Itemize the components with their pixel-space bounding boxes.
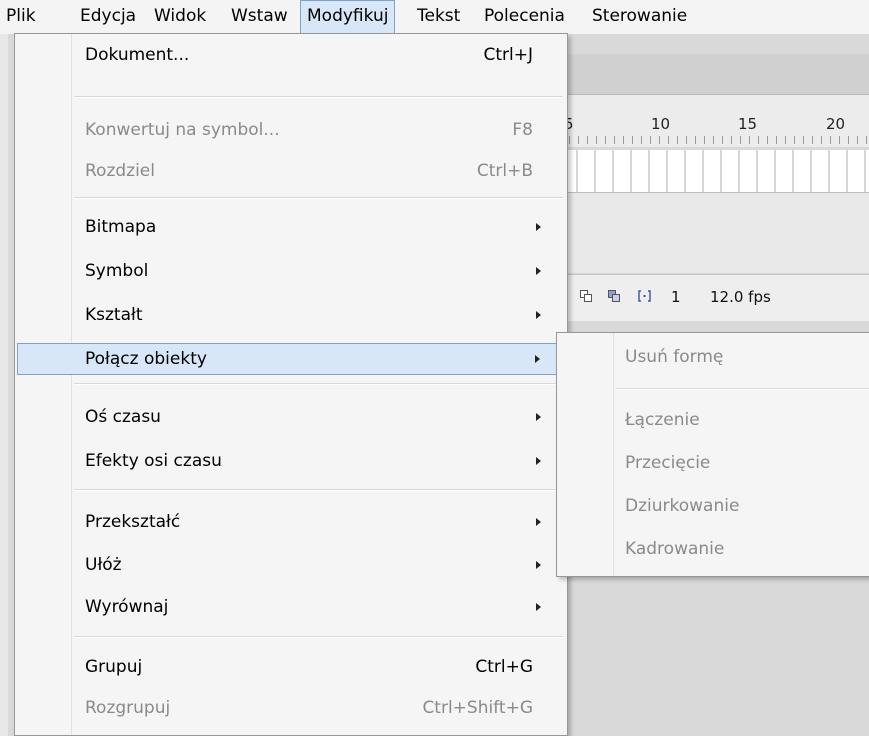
menu-separator bbox=[74, 636, 563, 638]
menu-item-combine-objects[interactable]: Połącz obiekty bbox=[17, 343, 565, 375]
timeline-ruler: 5 10 15 20 bbox=[560, 95, 869, 147]
menu-item-timeline-effects[interactable]: Efekty osi czasu bbox=[17, 446, 565, 478]
submenu-item-punch[interactable]: Dziurkowanie bbox=[625, 491, 739, 523]
timeline-header bbox=[560, 54, 869, 95]
menu-item-break-apart[interactable]: Rozdziel Ctrl+B bbox=[17, 156, 565, 188]
menu-item-timeline[interactable]: Oś czasu bbox=[17, 402, 565, 434]
menu-modyfikuj[interactable]: Modyfikuj bbox=[300, 0, 396, 33]
menu-item-transform[interactable]: Przekształć bbox=[17, 507, 565, 539]
menu-separator bbox=[74, 96, 563, 98]
menu-item-group[interactable]: Grupuj Ctrl+G bbox=[17, 652, 565, 684]
ruler-number: 20 bbox=[826, 115, 846, 133]
submenu-item-union[interactable]: Łączenie bbox=[625, 405, 700, 437]
combine-objects-submenu: Usuń formę Łączenie Przecięcie Dziurkowa… bbox=[556, 332, 869, 577]
menu-item-shortcut: Ctrl+G bbox=[475, 657, 533, 677]
menu-item-label: Połącz obiekty bbox=[85, 349, 207, 369]
submenu-arrow-icon bbox=[536, 603, 541, 611]
menu-item-label: Dokument... bbox=[85, 45, 190, 65]
menu-item-ungroup[interactable]: Rozgrupuj Ctrl+Shift+G bbox=[17, 693, 565, 725]
submenu-arrow-icon bbox=[536, 311, 541, 319]
menu-item-label: Kształt bbox=[85, 305, 143, 325]
menu-separator bbox=[616, 388, 869, 390]
menu-polecenia[interactable]: Polecenia bbox=[478, 0, 571, 34]
menu-bar: Plik Edycja Widok Wstaw Modyfikuj Tekst … bbox=[0, 0, 869, 35]
menu-separator bbox=[74, 383, 563, 385]
modify-menu-dropdown: Dokument... Ctrl+J Konwertuj na symbol..… bbox=[14, 33, 568, 736]
submenu-item-crop[interactable]: Kadrowanie bbox=[625, 534, 724, 566]
menu-plik[interactable]: Plik bbox=[0, 0, 42, 34]
menu-item-bitmap[interactable]: Bitmapa bbox=[17, 212, 565, 244]
menu-item-label: Wyrównaj bbox=[85, 597, 169, 617]
frame-rate: 12.0 fps bbox=[710, 288, 771, 306]
submenu-arrow-icon bbox=[536, 267, 541, 275]
menu-item-arrange[interactable]: Ułóż bbox=[17, 550, 565, 582]
edit-multiple-frames-icon[interactable] bbox=[638, 290, 651, 302]
ruler-number: 15 bbox=[738, 115, 758, 133]
timeline-status-bar: 1 12.0 fps bbox=[556, 274, 869, 322]
ruler-number: 10 bbox=[651, 115, 671, 133]
onion-skin-icon[interactable] bbox=[580, 290, 593, 302]
menu-item-label: Efekty osi czasu bbox=[85, 451, 222, 471]
submenu-item-delete-envelope[interactable]: Usuń formę bbox=[625, 342, 723, 374]
menu-item-shape[interactable]: Kształt bbox=[17, 300, 565, 332]
submenu-arrow-icon bbox=[536, 561, 541, 569]
menu-item-label: Oś czasu bbox=[85, 407, 161, 427]
menu-item-shortcut: Ctrl+Shift+G bbox=[422, 698, 533, 718]
onion-skin-outlines-icon[interactable] bbox=[608, 290, 621, 302]
menu-gutter bbox=[613, 333, 614, 576]
app-left-edge bbox=[0, 34, 8, 736]
menu-item-label: Konwertuj na symbol... bbox=[85, 120, 280, 140]
menu-wstaw[interactable]: Wstaw bbox=[225, 0, 294, 34]
menu-item-label: Rozgrupuj bbox=[85, 698, 171, 718]
menu-item-label: Symbol bbox=[85, 261, 149, 281]
ruler-ticks bbox=[560, 136, 869, 144]
submenu-arrow-icon bbox=[536, 457, 541, 465]
menu-item-shortcut: F8 bbox=[512, 120, 533, 140]
menu-item-label: Przekształć bbox=[85, 512, 181, 532]
menu-item-shortcut: Ctrl+J bbox=[483, 45, 533, 65]
menu-item-shortcut: Ctrl+B bbox=[476, 161, 533, 181]
menu-tekst[interactable]: Tekst bbox=[411, 0, 466, 34]
submenu-item-intersect[interactable]: Przecięcie bbox=[625, 448, 710, 480]
timeline-frames[interactable] bbox=[560, 150, 869, 193]
menu-item-convert-to-symbol[interactable]: Konwertuj na symbol... F8 bbox=[17, 115, 565, 147]
menu-sterowanie[interactable]: Sterowanie bbox=[586, 0, 693, 34]
menu-separator bbox=[74, 197, 563, 199]
menu-widok[interactable]: Widok bbox=[148, 0, 212, 34]
submenu-arrow-icon bbox=[536, 518, 541, 526]
menu-item-label: Grupuj bbox=[85, 657, 143, 677]
menu-item-align[interactable]: Wyrównaj bbox=[17, 592, 565, 624]
menu-edycja[interactable]: Edycja bbox=[74, 0, 142, 34]
submenu-arrow-icon bbox=[536, 223, 541, 231]
menu-item-label: Ułóż bbox=[85, 555, 122, 575]
menu-item-label: Bitmapa bbox=[85, 217, 157, 237]
menu-separator bbox=[74, 489, 563, 491]
menu-item-label: Rozdziel bbox=[85, 161, 155, 181]
menu-item-symbol[interactable]: Symbol bbox=[17, 256, 565, 288]
submenu-arrow-icon bbox=[536, 413, 541, 421]
timeline-layers-area bbox=[560, 193, 869, 273]
submenu-arrow-icon bbox=[535, 355, 540, 363]
current-frame: 1 bbox=[671, 288, 681, 306]
menu-item-document[interactable]: Dokument... Ctrl+J bbox=[17, 40, 565, 72]
